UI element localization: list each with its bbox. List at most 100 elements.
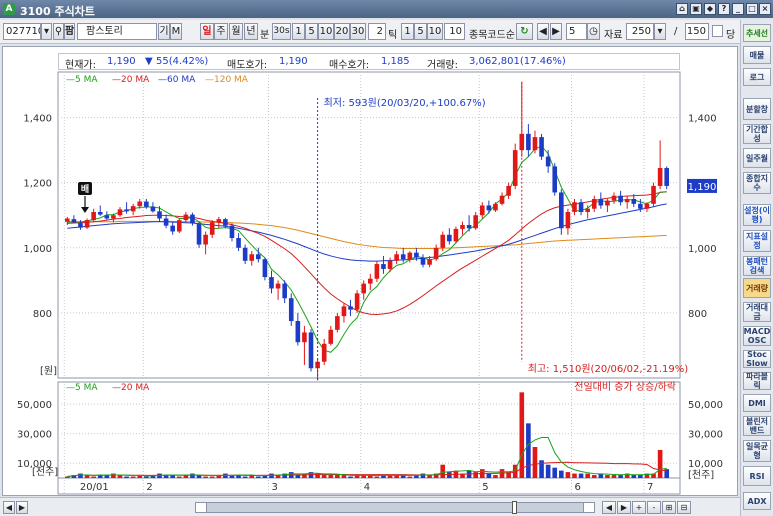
panel-button-14[interactable]: 파라볼릭 xyxy=(743,372,771,390)
candle-body xyxy=(414,252,419,258)
zoom-prev-icon[interactable]: ◀ xyxy=(602,501,616,514)
x-tick-label: 20/01 xyxy=(80,482,109,493)
panel-button-17[interactable]: 일목균형 xyxy=(743,440,771,462)
scroll-left-button[interactable] xyxy=(195,502,207,513)
panel-button-9[interactable]: 봉패턴검색 xyxy=(743,256,771,276)
volume-bar xyxy=(348,476,353,478)
candle-body xyxy=(104,215,110,219)
candle-body xyxy=(354,293,360,310)
panel-button-13[interactable]: Stoc Slow xyxy=(743,350,771,368)
x-tick-label: 5 xyxy=(482,482,488,493)
panel-button-1[interactable]: 매물 xyxy=(743,46,771,64)
stock-chart[interactable]: 1,4001,4001,2001,2001,0001,000800800[원]5… xyxy=(0,0,773,516)
candle-body xyxy=(493,203,498,211)
panel-button-12[interactable]: MACD OSC xyxy=(743,326,771,346)
scroll-left-icon[interactable]: ◀ xyxy=(3,501,15,514)
panel-button-5[interactable]: 일주월 xyxy=(743,148,771,168)
volume-bar xyxy=(618,475,623,478)
volume-bar xyxy=(545,464,551,478)
candle-body xyxy=(440,234,446,248)
volume-bar xyxy=(585,473,590,478)
candle-body xyxy=(657,168,663,186)
candle-body xyxy=(157,211,162,219)
candle-body xyxy=(367,278,373,284)
panel-button-10[interactable]: 거래량 xyxy=(743,278,771,298)
low-annotation: 최저: 593원(20/03/20,+100.67%) xyxy=(324,97,486,109)
candle-body xyxy=(256,254,261,260)
scroll-track[interactable] xyxy=(195,502,595,513)
candle-body xyxy=(249,254,255,261)
volume-bar xyxy=(124,476,129,478)
current-price-tag-label: 1,190 xyxy=(688,182,717,193)
candle-body xyxy=(585,208,590,212)
volume-note: 전일대비 증가 상승/하락 xyxy=(574,380,676,393)
candle-body xyxy=(512,150,518,186)
zoom-next-icon[interactable]: ▶ xyxy=(617,501,631,514)
candle-body xyxy=(374,264,380,279)
volume-tick-right: 30,000 xyxy=(688,430,723,441)
volume-bar xyxy=(111,473,116,478)
volume-bar xyxy=(591,475,597,478)
panel-button-15[interactable]: DMI xyxy=(743,394,771,412)
candle-body xyxy=(183,214,189,221)
candle-body xyxy=(545,156,551,167)
candle-body xyxy=(578,202,584,212)
volume-bar xyxy=(611,475,617,478)
volume-bar xyxy=(440,464,446,478)
candle-body xyxy=(170,225,175,232)
panel-button-7[interactable]: 설정(이평) xyxy=(743,204,771,226)
candle-body xyxy=(460,225,465,229)
candle-body xyxy=(651,185,656,204)
panel-button-4[interactable]: 기간합성 xyxy=(743,124,771,144)
panel-button-11[interactable]: 거래대금 xyxy=(743,302,771,322)
candle-body xyxy=(295,321,301,343)
candle-body xyxy=(638,203,643,209)
panel-button-0[interactable]: 추세선 xyxy=(743,24,771,42)
price-tick-right: 800 xyxy=(688,309,707,320)
candle-body xyxy=(631,198,637,204)
volume-bar xyxy=(256,476,261,478)
volume-bar xyxy=(532,446,538,478)
candle-body xyxy=(591,198,597,209)
expand-icon[interactable]: ⊞ xyxy=(662,501,676,514)
volume-bar xyxy=(526,423,531,478)
scroll-right-button[interactable] xyxy=(583,502,595,513)
panel-button-3[interactable]: 분할창 xyxy=(743,98,771,120)
candle-body xyxy=(71,219,77,223)
volume-bar xyxy=(242,476,248,478)
scroll-right-icon[interactable]: ▶ xyxy=(16,501,28,514)
price-legend-item: —5 MA xyxy=(66,75,98,85)
scroll-thumb[interactable] xyxy=(512,501,517,514)
candle-body xyxy=(335,316,340,330)
panel-button-19[interactable]: ADX xyxy=(743,492,771,510)
price-tick-left: 1,400 xyxy=(23,114,52,125)
panel-button-8[interactable]: 지표설정 xyxy=(743,230,771,252)
price-legend-item: —20 MA xyxy=(112,75,150,85)
candle-body xyxy=(282,283,287,299)
marker-badge-label: 배 xyxy=(81,183,89,195)
zoom-out-icon[interactable]: - xyxy=(647,501,661,514)
volume-bar xyxy=(190,473,195,478)
panel-button-2[interactable]: 로그 xyxy=(743,68,771,86)
volume-bar xyxy=(295,475,301,478)
candle-body xyxy=(229,225,235,239)
volume-tick-left: 30,000 xyxy=(17,430,52,441)
volume-bar xyxy=(565,472,571,478)
volume-unit-right: [천주] xyxy=(688,469,714,481)
volume-bar xyxy=(638,475,643,478)
volume-bar xyxy=(486,473,492,478)
zoom-in-icon[interactable]: + xyxy=(632,501,646,514)
panel-button-16[interactable]: 볼린저밴드 xyxy=(743,416,771,436)
price-tick-left: 1,200 xyxy=(23,179,52,190)
panel-button-18[interactable]: RSI xyxy=(743,466,771,486)
candle-body xyxy=(552,166,558,193)
candle-body xyxy=(144,201,149,207)
price-tick-left: 1,000 xyxy=(23,244,52,255)
candle-body xyxy=(223,219,228,226)
volume-bar xyxy=(559,470,564,478)
collapse-icon[interactable]: ⊟ xyxy=(677,501,691,514)
volume-bar xyxy=(78,473,83,478)
panel-button-6[interactable]: 종합지수 xyxy=(743,172,771,194)
x-tick-label: 4 xyxy=(364,482,370,493)
volume-legend-item: —20 MA xyxy=(112,383,150,393)
